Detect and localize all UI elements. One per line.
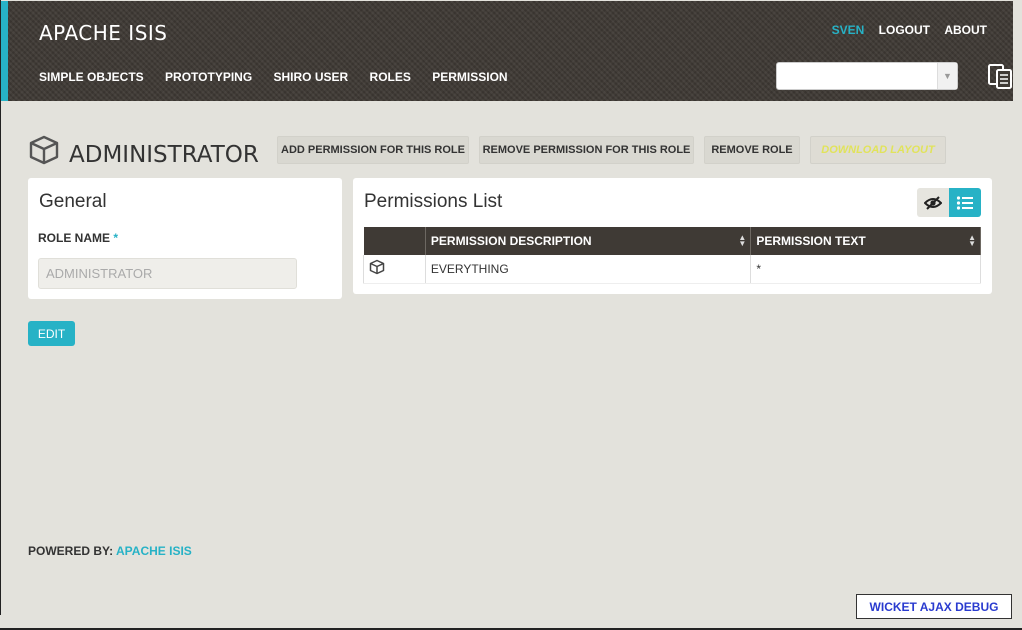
menu-item-prototyping[interactable]: PROTOTYPING	[165, 70, 252, 84]
wicket-ajax-debug-button[interactable]: WICKET AJAX DEBUG	[856, 594, 1012, 619]
powered-by-label: POWERED BY:	[28, 544, 117, 558]
menu-item-simple-objects[interactable]: SIMPLE OBJECTS	[39, 70, 144, 84]
table-header-row: PERMISSION DESCRIPTION ▲ ▼ PERMISSION TEX…	[363, 227, 981, 255]
remove-permission-button[interactable]: REMOVE PERMISSION FOR THIS ROLE	[479, 136, 694, 164]
required-marker: *	[113, 231, 119, 245]
permissions-table: PERMISSION DESCRIPTION ▲ ▼ PERMISSION TEX…	[363, 227, 981, 284]
row-icon-cell[interactable]	[363, 255, 426, 284]
permission-description-cell: EVERYTHING	[425, 255, 752, 284]
header-bar: APACHE ISIS SVEN LOGOUT ABOUT SIMPLE OBJ…	[1, 1, 1013, 101]
cube-icon	[28, 134, 60, 171]
permission-text-cell: *	[750, 255, 981, 284]
add-permission-button[interactable]: ADD PERMISSION FOR THIS ROLE	[277, 136, 469, 164]
edit-button[interactable]: EDIT	[28, 321, 75, 346]
eye-slash-icon[interactable]	[917, 188, 949, 217]
download-layout-button[interactable]: DOWNLOAD LAYOUT	[810, 136, 946, 164]
column-header-label: PERMISSION DESCRIPTION	[430, 234, 592, 248]
cube-icon[interactable]	[369, 259, 385, 275]
header-accent-bar	[1, 1, 8, 101]
sort-icon[interactable]: ▲ ▼	[968, 234, 976, 248]
column-header-label: PERMISSION TEXT	[756, 234, 866, 248]
main-menu: SIMPLE OBJECTS PROTOTYPING SHIRO USER RO…	[39, 70, 526, 84]
sort-icon[interactable]: ▲ ▼	[738, 234, 746, 248]
user-menu-link[interactable]: SVEN	[832, 23, 865, 37]
logout-link[interactable]: LOGOUT	[879, 23, 930, 37]
search-select[interactable]: ▼	[776, 62, 958, 90]
table-row[interactable]: EVERYTHING *	[363, 255, 981, 284]
remove-role-button[interactable]: REMOVE ROLE	[704, 136, 800, 164]
permissions-panel-title: Permissions List	[364, 191, 503, 212]
menu-item-shiro-user[interactable]: SHIRO USER	[274, 70, 349, 84]
general-panel: General ROLE NAME * ADMINISTRATOR	[28, 178, 342, 299]
app-title[interactable]: APACHE ISIS	[39, 21, 167, 45]
role-name-label: ROLE NAME *	[38, 231, 118, 245]
column-header-permission-description[interactable]: PERMISSION DESCRIPTION ▲ ▼	[425, 227, 752, 255]
list-icon[interactable]	[949, 188, 981, 217]
view-toggle-group	[917, 188, 981, 217]
permissions-panel: Permissions List PERMISSION DESCRIPTION …	[353, 178, 992, 294]
page-title: ADMINISTRATOR	[69, 142, 259, 168]
column-header-permission-text[interactable]: PERMISSION TEXT ▲ ▼	[750, 227, 981, 255]
menu-item-permission[interactable]: PERMISSION	[432, 70, 507, 84]
apache-isis-link[interactable]: APACHE ISIS	[116, 544, 192, 558]
top-right-nav: SVEN LOGOUT ABOUT	[821, 23, 987, 37]
role-name-label-text: ROLE NAME	[38, 231, 110, 245]
menu-item-roles[interactable]: ROLES	[370, 70, 411, 84]
clipboard-icon[interactable]	[986, 62, 1014, 90]
column-header-icon	[363, 227, 426, 255]
about-link[interactable]: ABOUT	[944, 23, 987, 37]
chevron-down-icon[interactable]: ▼	[937, 63, 957, 89]
footer: POWERED BY: APACHE ISIS	[28, 544, 192, 558]
general-panel-title: General	[39, 191, 107, 212]
role-name-field[interactable]: ADMINISTRATOR	[38, 258, 297, 289]
